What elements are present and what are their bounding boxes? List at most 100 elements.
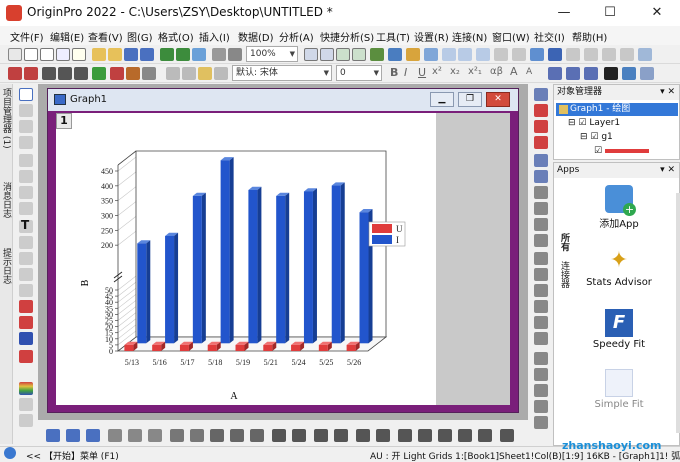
pointer-icon[interactable] <box>19 88 33 101</box>
tile-icon[interactable] <box>534 400 548 413</box>
layer-grid-icon[interactable] <box>534 268 548 281</box>
add-axis-icon[interactable] <box>534 136 548 149</box>
underline-button[interactable]: U <box>418 66 426 79</box>
tab-messages-log[interactable]: 消息日志 <box>1 182 13 218</box>
tree-item-graph[interactable]: Graph1 - 绘图 <box>556 103 678 116</box>
layer-content-icon[interactable] <box>19 398 33 411</box>
apps-scrollbar[interactable] <box>676 193 680 433</box>
save-icon[interactable] <box>124 48 138 61</box>
bar-chart[interactable]: 05101520253035404550200250300350400450 5… <box>56 113 436 405</box>
script-window-icon[interactable] <box>548 48 562 61</box>
layer-list-icon[interactable] <box>534 252 548 265</box>
tree-item-g1[interactable]: ⊟ ☑ g1 <box>580 132 613 142</box>
recalculate-icon[interactable] <box>192 48 206 61</box>
font-combo[interactable]: 默认: 宋体 ▼ <box>232 65 332 81</box>
plot-setup-icon[interactable] <box>438 429 452 442</box>
color-map-icon[interactable] <box>19 332 33 345</box>
line-plot-icon[interactable] <box>46 429 60 442</box>
new-notes-icon[interactable] <box>72 48 86 61</box>
3d-bar-icon[interactable] <box>356 429 370 442</box>
legend[interactable]: UI <box>368 221 406 247</box>
zoom-out-icon[interactable] <box>19 120 33 133</box>
layer-add-icon[interactable] <box>352 48 366 61</box>
apps-tab-all[interactable]: 所有 <box>559 233 571 251</box>
enlarge-icon[interactable] <box>534 154 548 167</box>
align-left-icon[interactable] <box>548 67 562 80</box>
save-template-icon[interactable] <box>140 48 154 61</box>
menu-data[interactable]: 数据(D) <box>238 29 274 44</box>
color-palette-icon[interactable] <box>19 382 33 395</box>
zoom-in-icon[interactable] <box>19 104 33 117</box>
open-icon[interactable] <box>92 48 106 61</box>
legend-tool-icon[interactable] <box>534 202 548 215</box>
font-size-combo[interactable]: 0 ▼ <box>336 65 382 81</box>
graph-window-titlebar[interactable]: Graph1 ▁ ❐ ✕ <box>48 89 518 111</box>
unmask-tool-icon[interactable] <box>19 316 33 329</box>
pick-icon[interactable] <box>476 48 490 61</box>
new-matrix-icon[interactable] <box>56 48 70 61</box>
toolbar-more-icon[interactable] <box>638 48 652 61</box>
fit-icon[interactable] <box>406 48 420 61</box>
tree-item-layer[interactable]: ⊟ ☑ Layer1 <box>568 118 620 128</box>
ternary-plot-icon[interactable] <box>292 429 306 442</box>
statistics-icon[interactable] <box>142 67 156 80</box>
record-icon[interactable] <box>19 350 33 363</box>
greek-button[interactable]: αβ <box>490 66 503 77</box>
menu-window[interactable]: 窗口(W) <box>492 29 530 44</box>
screen-reader-icon[interactable] <box>19 154 33 167</box>
import-icon[interactable] <box>160 48 174 61</box>
column-label-icon[interactable] <box>74 67 88 80</box>
tree-icon[interactable] <box>370 48 384 61</box>
menu-edit[interactable]: 编辑(E) <box>50 29 84 44</box>
menu-file[interactable]: 文件(F) <box>10 29 44 44</box>
menu-connect[interactable]: 连接(N) <box>452 29 487 44</box>
arrow-tool-icon[interactable] <box>19 236 33 249</box>
align-center-icon[interactable] <box>566 67 580 80</box>
area-plot-icon[interactable] <box>170 429 184 442</box>
more-tools-icon[interactable] <box>19 414 33 427</box>
menu-analysis[interactable]: 分析(A) <box>279 29 314 44</box>
rescale-icon[interactable] <box>534 88 548 101</box>
graph-close-button[interactable]: ✕ <box>486 92 510 107</box>
decrease-font-button[interactable]: A <box>526 67 532 77</box>
new-graph-icon[interactable] <box>40 48 54 61</box>
date-time-icon[interactable] <box>534 186 548 199</box>
layer-icon[interactable] <box>336 48 350 61</box>
app-speedy-fit[interactable]: F Speedy Fit <box>574 309 664 350</box>
window-icon[interactable] <box>494 48 508 61</box>
print-icon[interactable] <box>212 48 226 61</box>
tree-item-plot[interactable]: ☑ <box>594 146 649 156</box>
matrix-tool-icon[interactable] <box>320 48 334 61</box>
menu-graph[interactable]: 图(G) <box>127 29 153 44</box>
pie-plot-icon[interactable] <box>210 429 224 442</box>
scatter-plot-icon[interactable] <box>66 429 80 442</box>
app-stats-advisor[interactable]: ✦ Stats Advisor <box>574 247 664 288</box>
supsub-button[interactable]: x²₁ <box>468 66 482 77</box>
merge-graph-icon[interactable] <box>458 429 472 442</box>
column-y-icon[interactable] <box>8 67 22 80</box>
3d-scatter-icon[interactable] <box>376 429 390 442</box>
menu-social[interactable]: 社交(I) <box>534 29 565 44</box>
app-simple-fit[interactable]: Simple Fit <box>574 369 664 410</box>
column-x-icon[interactable] <box>24 67 38 80</box>
x-axis-label[interactable]: A <box>230 391 238 402</box>
superscript-button[interactable]: x² <box>432 66 442 77</box>
cascade-icon[interactable] <box>534 416 548 429</box>
open-template-icon[interactable] <box>108 48 122 61</box>
menu-view[interactable]: 查看(V) <box>88 29 123 44</box>
graph-minimize-button[interactable]: ▁ <box>430 92 454 107</box>
maximize-button[interactable]: ☐ <box>587 0 633 26</box>
line-symbol-plot-icon[interactable] <box>86 429 100 442</box>
add-plot-icon[interactable] <box>534 104 548 117</box>
workbook-tool-icon[interactable] <box>304 48 318 61</box>
column-error-icon[interactable] <box>58 67 72 80</box>
increase-font-button[interactable]: A <box>510 65 518 78</box>
data-cursor-icon[interactable] <box>19 186 33 199</box>
code-builder-icon[interactable] <box>512 48 526 61</box>
menu-insert[interactable]: 插入(I) <box>199 29 230 44</box>
anti-alias-icon[interactable] <box>534 368 548 381</box>
column-plot-icon[interactable] <box>108 429 122 442</box>
object-manager-icon[interactable] <box>584 48 598 61</box>
cut-icon[interactable] <box>166 67 180 80</box>
graph-theme-icon[interactable] <box>478 429 492 442</box>
